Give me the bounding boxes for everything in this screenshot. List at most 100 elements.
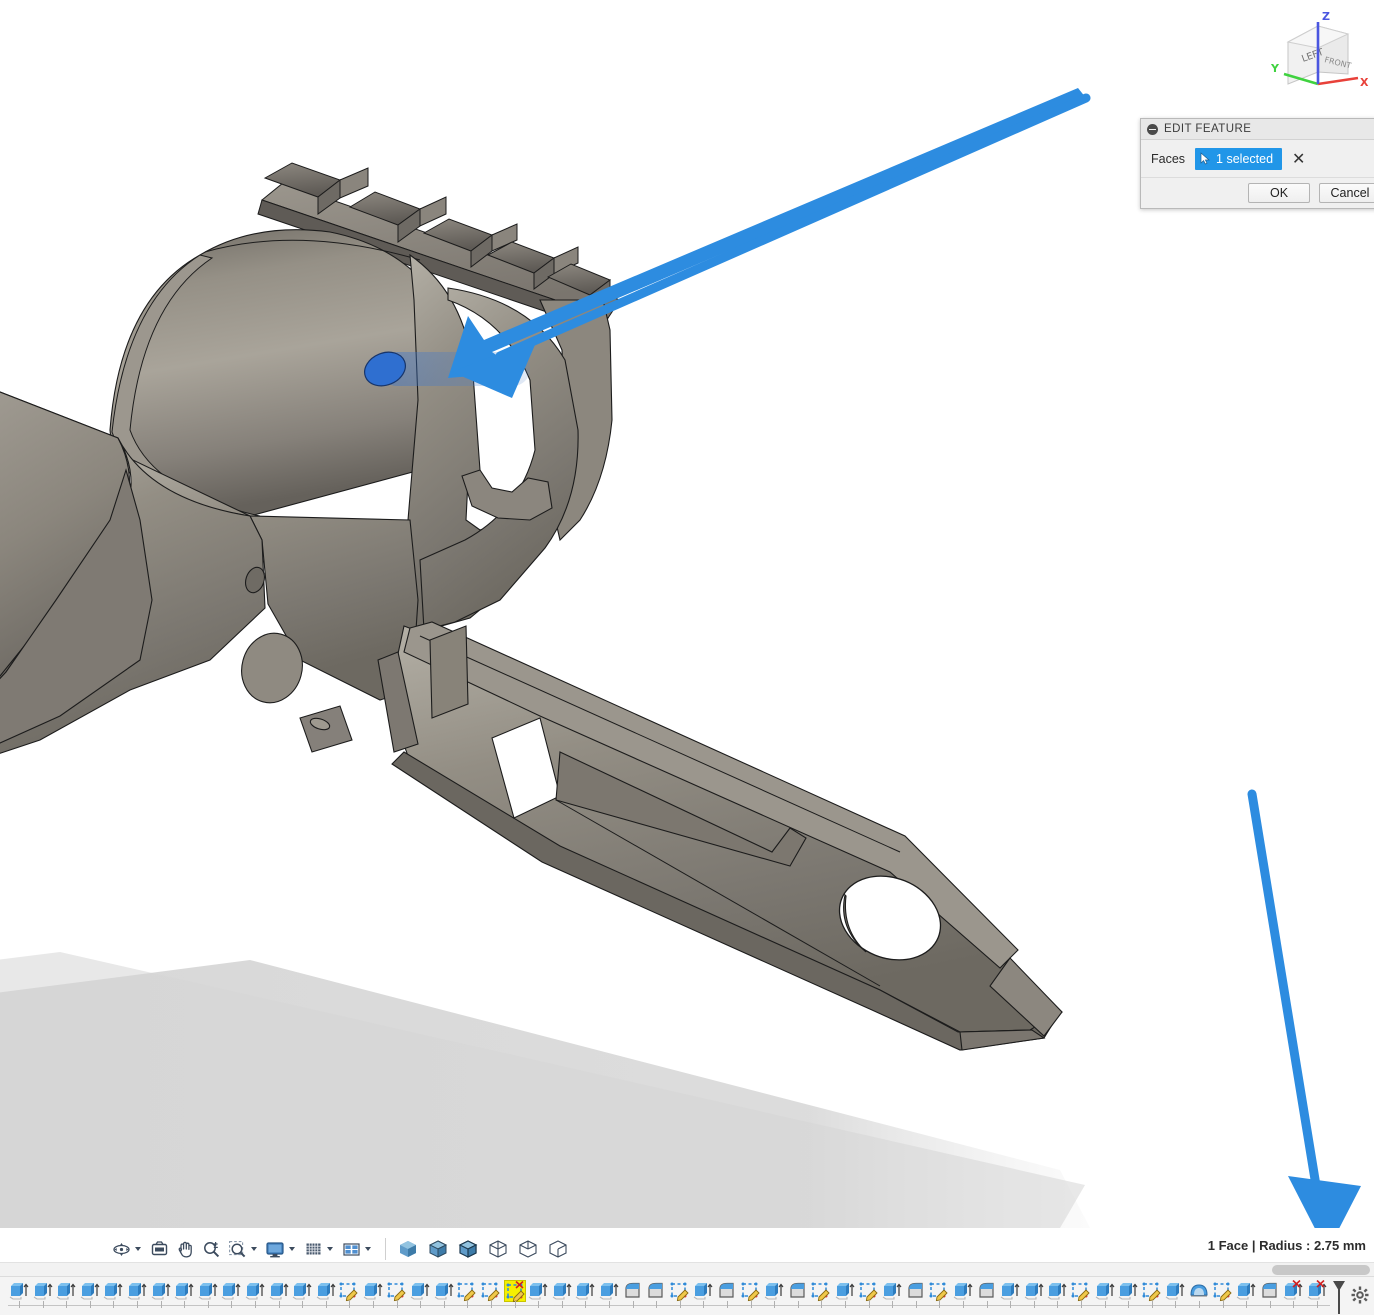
nav-viewports-group[interactable] [338, 1235, 376, 1263]
zoom-window-icon[interactable] [224, 1235, 250, 1263]
chevron-down-icon[interactable] [365, 1247, 371, 1251]
zoom-magnifier-icon[interactable] [198, 1235, 224, 1263]
timeline-feature-extrude[interactable] [952, 1280, 974, 1302]
shaded-icon[interactable] [395, 1235, 421, 1263]
timeline-feature-extrude[interactable] [574, 1280, 596, 1302]
timeline-feature-extrude[interactable] [598, 1280, 620, 1302]
timeline-feature-extrude[interactable] [173, 1280, 195, 1302]
chevron-down-icon[interactable] [289, 1247, 295, 1251]
timeline-feature-sketch[interactable] [928, 1280, 950, 1302]
shaded-visible-edges-icon[interactable] [455, 1235, 481, 1263]
timeline-feature-extrude[interactable] [409, 1280, 431, 1302]
timeline-feature-sketch[interactable] [456, 1280, 478, 1302]
dialog-header[interactable]: EDIT FEATURE [1141, 119, 1374, 140]
timeline-feature-sketch[interactable] [740, 1280, 762, 1302]
timeline-feature-extrude[interactable] [126, 1280, 148, 1302]
gear-icon[interactable] [1350, 1285, 1370, 1305]
timeline-feature-shell[interactable] [1188, 1280, 1210, 1302]
viewports-icon[interactable] [338, 1235, 364, 1263]
timeline-feature-extrude[interactable] [291, 1280, 313, 1302]
timeline-feature-fillet[interactable] [716, 1280, 738, 1302]
timeline-feature-extrude[interactable] [8, 1280, 30, 1302]
timeline-feature-extrude[interactable] [79, 1280, 101, 1302]
timeline-feature-extrude[interactable] [763, 1280, 785, 1302]
timeline-feature-extrude[interactable] [1117, 1280, 1139, 1302]
display-settings-icon[interactable] [262, 1235, 288, 1263]
timeline-feature-fillet[interactable] [622, 1280, 644, 1302]
shaded-hidden-edges-icon[interactable] [425, 1235, 451, 1263]
timeline-feature-sketch[interactable] [1070, 1280, 1092, 1302]
timeline-tick [66, 1301, 68, 1308]
timeline-feature-extrude[interactable] [362, 1280, 384, 1302]
timeline-feature-extrude[interactable] [315, 1280, 337, 1302]
minus-circle-icon[interactable] [1147, 123, 1158, 135]
timeline-feature-extrude[interactable] [244, 1280, 266, 1302]
timeline-feature-extrude[interactable] [999, 1280, 1021, 1302]
faces-selection-chip[interactable]: 1 selected [1195, 147, 1283, 170]
nav-orbit-group[interactable] [108, 1235, 146, 1263]
chevron-down-icon[interactable] [135, 1247, 141, 1251]
close-x-icon[interactable]: ✕ [1292, 150, 1305, 167]
timeline-feature-extrude[interactable] [1306, 1279, 1328, 1302]
timeline-feature-extrude[interactable] [1235, 1280, 1257, 1302]
timeline-feature-extrude[interactable] [1046, 1280, 1068, 1302]
timeline-tick [19, 1301, 20, 1308]
timeline-feature-extrude[interactable] [55, 1280, 77, 1302]
timeline-feature-extrude[interactable] [220, 1280, 242, 1302]
timeline-feature-extrude[interactable] [102, 1280, 124, 1302]
timeline-feature-extrude[interactable] [834, 1280, 856, 1302]
wireframe-hidden-icon[interactable] [485, 1235, 511, 1263]
timeline-feature-extrude[interactable] [881, 1280, 903, 1302]
timeline-feature-extrude[interactable] [527, 1280, 549, 1302]
visual-style-group[interactable] [395, 1235, 571, 1263]
timeline-feature-extrude[interactable] [1023, 1280, 1045, 1302]
timeline-feature-sketch[interactable] [1212, 1280, 1234, 1302]
timeline-horizontal-scrollbar[interactable] [0, 1262, 1374, 1276]
timeline-tick [1317, 1301, 1318, 1308]
ok-button[interactable]: OK [1248, 183, 1310, 203]
cursor-arrow-icon [1200, 152, 1210, 165]
timeline-feature-fillet[interactable] [976, 1280, 998, 1302]
scrollbar-thumb[interactable] [1272, 1265, 1370, 1275]
timeline-feature-extrude[interactable] [150, 1280, 172, 1302]
timeline-feature-extrude[interactable] [197, 1280, 219, 1302]
nav-display-group[interactable] [262, 1235, 300, 1263]
timeline-feature-sketch[interactable] [810, 1280, 832, 1302]
timeline-feature-extrude[interactable] [692, 1280, 714, 1302]
timeline-feature-extrude[interactable] [433, 1280, 455, 1302]
timeline-feature-extrude[interactable] [1282, 1279, 1304, 1302]
navigation-bar[interactable] [108, 1232, 571, 1266]
timeline-feature-fillet[interactable] [905, 1280, 927, 1302]
timeline-track[interactable] [0, 1277, 1374, 1315]
timeline-feature-extrude[interactable] [1094, 1280, 1116, 1302]
timeline-playhead-marker[interactable] [1332, 1279, 1346, 1315]
timeline-feature-extrude[interactable] [32, 1280, 54, 1302]
wireframe-plain-icon[interactable] [545, 1235, 571, 1263]
nav-grid-group[interactable] [300, 1235, 338, 1263]
timeline-feature-extrude[interactable] [1164, 1280, 1186, 1302]
timeline-feature-fillet[interactable] [1259, 1280, 1281, 1302]
nav-zoom-window-group[interactable] [224, 1235, 262, 1263]
chevron-down-icon[interactable] [251, 1247, 257, 1251]
chevron-down-icon[interactable] [327, 1247, 333, 1251]
timeline-bar[interactable] [0, 1276, 1374, 1315]
timeline-feature-extrude[interactable] [268, 1280, 290, 1302]
orbit-icon[interactable] [108, 1235, 134, 1263]
timeline-feature-sketch[interactable] [386, 1280, 408, 1302]
grid-snaps-icon[interactable] [300, 1235, 326, 1263]
timeline-feature-sketch[interactable] [1141, 1280, 1163, 1302]
cancel-button[interactable]: Cancel [1319, 183, 1374, 203]
timeline-feature-sketch[interactable] [503, 1280, 526, 1303]
timeline-feature-sketch[interactable] [480, 1280, 502, 1302]
wireframe-visible-icon[interactable] [515, 1235, 541, 1263]
view-cube[interactable]: LEFT FRONT Y X Z [1262, 4, 1374, 100]
timeline-feature-fillet[interactable] [645, 1280, 667, 1302]
timeline-feature-fillet[interactable] [787, 1280, 809, 1302]
pan-hand-icon[interactable] [172, 1235, 198, 1263]
timeline-feature-sketch[interactable] [858, 1280, 880, 1302]
timeline-feature-extrude[interactable] [551, 1280, 573, 1302]
look-at-icon[interactable] [146, 1235, 172, 1263]
timeline-feature-sketch[interactable] [338, 1280, 360, 1302]
timeline-feature-sketch[interactable] [669, 1280, 691, 1302]
edit-feature-dialog[interactable]: EDIT FEATURE Faces 1 selected ✕ OK Cance… [1140, 118, 1374, 209]
